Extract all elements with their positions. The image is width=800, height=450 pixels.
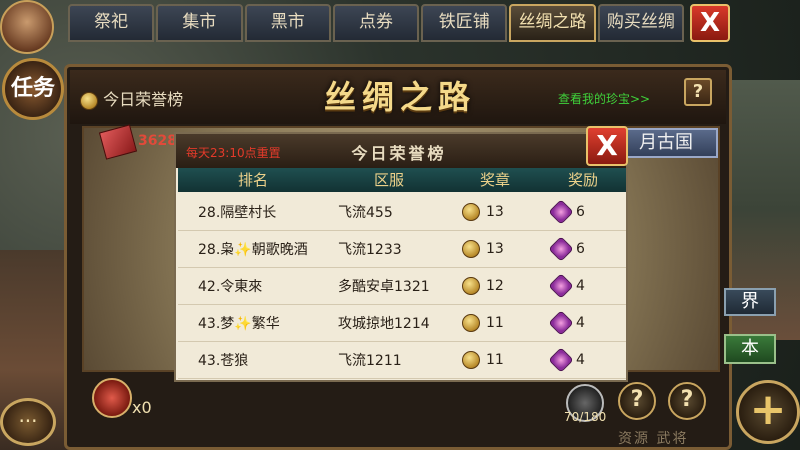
- medal-icon: [80, 91, 98, 110]
- reward-gem-icon: [548, 199, 574, 225]
- medal-bag-button[interactable]: [92, 378, 132, 418]
- reward-count: 4: [576, 352, 585, 368]
- rank-name: 43.苍狼: [198, 353, 249, 369]
- reward-count: 6: [576, 241, 585, 257]
- tab-coupons[interactable]: 点券: [332, 4, 420, 42]
- reward-gem-icon: [548, 310, 574, 336]
- table-row: 28.枭✨朝歌晚酒 飞流1233 13 6: [178, 231, 626, 268]
- close-button[interactable]: X: [690, 4, 730, 42]
- tab-silk-road[interactable]: 丝绸之路: [509, 4, 596, 42]
- tab-blacksmith[interactable]: 铁匠铺: [421, 4, 508, 42]
- server-name: 多酷安卓1321: [338, 279, 430, 295]
- table-header: 排名 区服 奖章 奖励: [178, 168, 626, 192]
- reward-count: 6: [576, 204, 585, 220]
- reward-count: 4: [576, 278, 585, 294]
- header-server: 区服: [373, 171, 404, 189]
- reward-count: 4: [576, 315, 585, 331]
- plus-button[interactable]: +: [736, 380, 800, 444]
- reward-gem-icon: [548, 347, 574, 373]
- table-row: 42.令東來 多酷安卓1321 12 4: [178, 268, 626, 305]
- ranking-list[interactable]: 28.隔壁村长 飞流455 13 6 28.枭✨朝歌晚酒 飞流1233 13 6…: [178, 194, 626, 380]
- rank-name: 43.梦✨繁华: [198, 316, 280, 332]
- medal-bag-count: x0: [132, 398, 152, 417]
- medal-icon: [462, 203, 480, 221]
- tab-black-market[interactable]: 黑市: [244, 4, 331, 42]
- help-button-2[interactable]: ?: [668, 382, 706, 420]
- medal-icon: [462, 351, 480, 369]
- ben-button[interactable]: 本: [724, 334, 776, 364]
- server-name: 飞流1211: [338, 353, 402, 369]
- country-label[interactable]: 月古国: [614, 128, 718, 158]
- capacity-text: 70/180: [564, 410, 607, 424]
- header-medals: 奖章: [479, 171, 510, 189]
- table-row: 43.梦✨繁华 攻城掠地1214 11 4: [178, 305, 626, 342]
- table-row: 28.隔壁村长 飞流455 13 6: [178, 194, 626, 231]
- bottom-nav-text: 资源 武将: [618, 431, 689, 447]
- server-name: 攻城掠地1214: [338, 316, 430, 332]
- server-name: 飞流1233: [338, 242, 402, 258]
- medal-count: 12: [486, 278, 504, 294]
- honor-list-link[interactable]: 今日荣誉榜: [80, 86, 183, 110]
- tab-sacrifice[interactable]: 祭祀: [68, 4, 155, 42]
- help-button-1[interactable]: ?: [618, 382, 656, 420]
- rank-name: 28.枭✨朝歌晚酒: [198, 242, 308, 258]
- view-treasure-link[interactable]: 查看我的珍宝>>: [558, 90, 650, 107]
- medal-icon: [462, 314, 480, 332]
- tab-bar: 祭祀 集市 黑市 点券 铁匠铺 丝绸之路 购买丝绸: [68, 4, 684, 42]
- header-rank: 排名: [237, 171, 268, 189]
- medal-count: 13: [486, 204, 504, 220]
- server-name: 飞流455: [338, 205, 393, 221]
- medal-count: 11: [486, 352, 504, 368]
- rank-name: 42.令東來: [198, 279, 263, 295]
- tab-buy-silk[interactable]: 购买丝绸: [597, 4, 684, 42]
- header-reward: 奖励: [567, 171, 598, 189]
- medal-icon: [462, 277, 480, 295]
- chat-button[interactable]: ···: [0, 398, 56, 446]
- reward-gem-icon: [548, 273, 574, 299]
- reset-time-text: 每天23:10点重置: [186, 146, 281, 160]
- reward-gem-icon: [548, 236, 574, 262]
- medal-count: 13: [486, 241, 504, 257]
- tab-market[interactable]: 集市: [156, 4, 243, 42]
- help-button[interactable]: ?: [684, 78, 712, 106]
- honor-list-label: 今日荣誉榜: [103, 90, 184, 109]
- popup-close-button[interactable]: X: [586, 126, 628, 166]
- player-avatar[interactable]: [0, 0, 54, 54]
- medal-count: 11: [486, 315, 504, 331]
- popup-title: 今日荣誉榜: [351, 144, 447, 163]
- red-book-count: 3628: [138, 133, 177, 149]
- world-button[interactable]: 界: [724, 288, 776, 316]
- table-row: 43.苍狼 飞流1211 11 4: [178, 342, 626, 379]
- medal-icon: [462, 240, 480, 258]
- rank-name: 28.隔壁村长: [198, 205, 277, 221]
